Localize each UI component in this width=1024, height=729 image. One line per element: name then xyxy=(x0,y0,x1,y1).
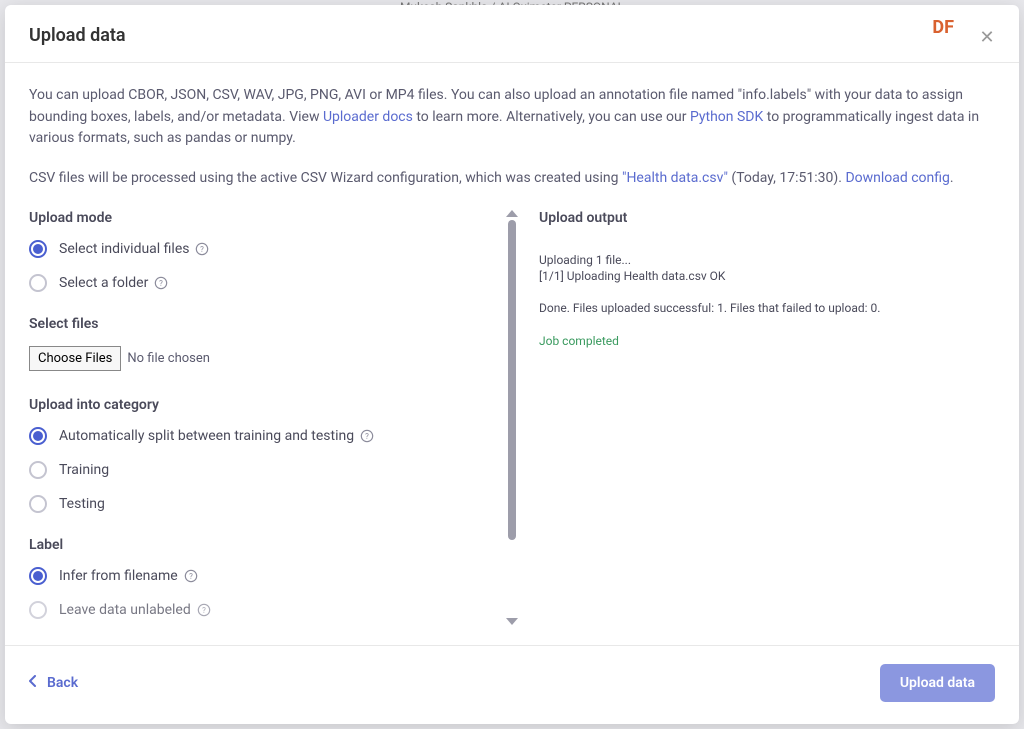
radio-icon xyxy=(29,495,47,513)
console-line: Uploading 1 file... xyxy=(539,252,995,268)
help-icon[interactable]: ? xyxy=(195,242,209,256)
upload-data-button[interactable]: Upload data xyxy=(880,664,995,702)
file-picker: Choose Files No file chosen xyxy=(29,346,491,371)
radio-icon xyxy=(29,274,47,292)
category-heading: Upload into category xyxy=(29,397,491,413)
radio-training[interactable]: Training xyxy=(29,461,491,479)
back-label: Back xyxy=(47,675,78,691)
radio-icon xyxy=(29,240,47,258)
radio-label: Infer from filename xyxy=(59,568,178,584)
svg-text:?: ? xyxy=(365,432,369,441)
radio-label: Select individual files xyxy=(59,241,189,257)
download-config-link[interactable]: Download config xyxy=(845,170,949,186)
left-column: Upload mode Select individual files ? Se… xyxy=(29,210,519,645)
scrollbar[interactable] xyxy=(504,210,519,625)
radio-label: Automatically split between training and… xyxy=(59,428,354,444)
radio-icon xyxy=(29,461,47,479)
radio-label: Testing xyxy=(59,496,105,512)
df-badge: DF xyxy=(932,17,954,38)
console-line-success: Job completed xyxy=(539,333,995,349)
svg-text:?: ? xyxy=(202,606,206,615)
svg-text:?: ? xyxy=(201,245,205,254)
close-icon[interactable]: ✕ xyxy=(975,25,999,49)
modal-title: Upload data xyxy=(29,25,995,46)
radio-testing[interactable]: Testing xyxy=(29,495,491,513)
radio-individual-files[interactable]: Select individual files ? xyxy=(29,240,491,258)
modal-content: You can upload CBOR, JSON, CSV, WAV, JPG… xyxy=(5,63,1019,645)
console-line: [1/1] Uploading Health data.csv OK xyxy=(539,268,995,284)
intro-paragraph: You can upload CBOR, JSON, CSV, WAV, JPG… xyxy=(29,85,995,150)
svg-text:?: ? xyxy=(160,279,164,288)
columns: Upload mode Select individual files ? Se… xyxy=(29,210,995,645)
console-line xyxy=(539,284,995,300)
chevron-left-icon xyxy=(29,675,37,691)
radio-infer-filename[interactable]: Infer from filename ? xyxy=(29,567,491,585)
uploader-docs-link[interactable]: Uploader docs xyxy=(323,109,413,125)
help-icon[interactable]: ? xyxy=(360,429,374,443)
radio-auto-split[interactable]: Automatically split between training and… xyxy=(29,427,491,445)
help-icon[interactable]: ? xyxy=(197,603,211,617)
console-line xyxy=(539,317,995,333)
radio-label: Leave data unlabeled xyxy=(59,602,191,618)
radio-leave-unlabeled[interactable]: Leave data unlabeled ? xyxy=(29,601,491,619)
radio-label: Training xyxy=(59,462,109,478)
help-icon[interactable]: ? xyxy=(154,276,168,290)
select-files-heading: Select files xyxy=(29,316,491,332)
help-icon[interactable]: ? xyxy=(184,569,198,583)
radio-icon xyxy=(29,601,47,619)
csv-filename-link[interactable]: "Health data.csv" xyxy=(622,170,728,186)
upload-modal: Upload data DF ✕ You can upload CBOR, JS… xyxy=(5,5,1019,724)
back-button[interactable]: Back xyxy=(29,675,78,691)
no-file-label: No file chosen xyxy=(127,351,210,366)
scroll-area: Upload mode Select individual files ? Se… xyxy=(29,210,495,645)
csv-paragraph: CSV files will be processed using the ac… xyxy=(29,168,995,190)
upload-output-heading: Upload output xyxy=(539,210,995,226)
modal-footer: Back Upload data xyxy=(5,645,1019,724)
label-heading: Label xyxy=(29,537,491,553)
python-sdk-link[interactable]: Python SDK xyxy=(690,109,763,125)
modal-header: Upload data DF ✕ xyxy=(5,5,1019,62)
console-line: Done. Files uploaded successful: 1. File… xyxy=(539,300,995,316)
radio-icon xyxy=(29,427,47,445)
choose-files-button[interactable]: Choose Files xyxy=(29,346,121,371)
radio-icon xyxy=(29,567,47,585)
right-column: Upload output Uploading 1 file... [1/1] … xyxy=(519,210,995,645)
scroll-thumb[interactable] xyxy=(508,220,516,540)
radio-select-folder[interactable]: Select a folder ? xyxy=(29,274,491,292)
scroll-down-icon[interactable] xyxy=(506,618,518,625)
svg-text:?: ? xyxy=(189,572,193,581)
upload-mode-heading: Upload mode xyxy=(29,210,491,226)
console-output: Uploading 1 file... [1/1] Uploading Heal… xyxy=(539,252,995,349)
radio-label: Select a folder xyxy=(59,275,148,291)
scroll-up-icon[interactable] xyxy=(506,210,518,217)
